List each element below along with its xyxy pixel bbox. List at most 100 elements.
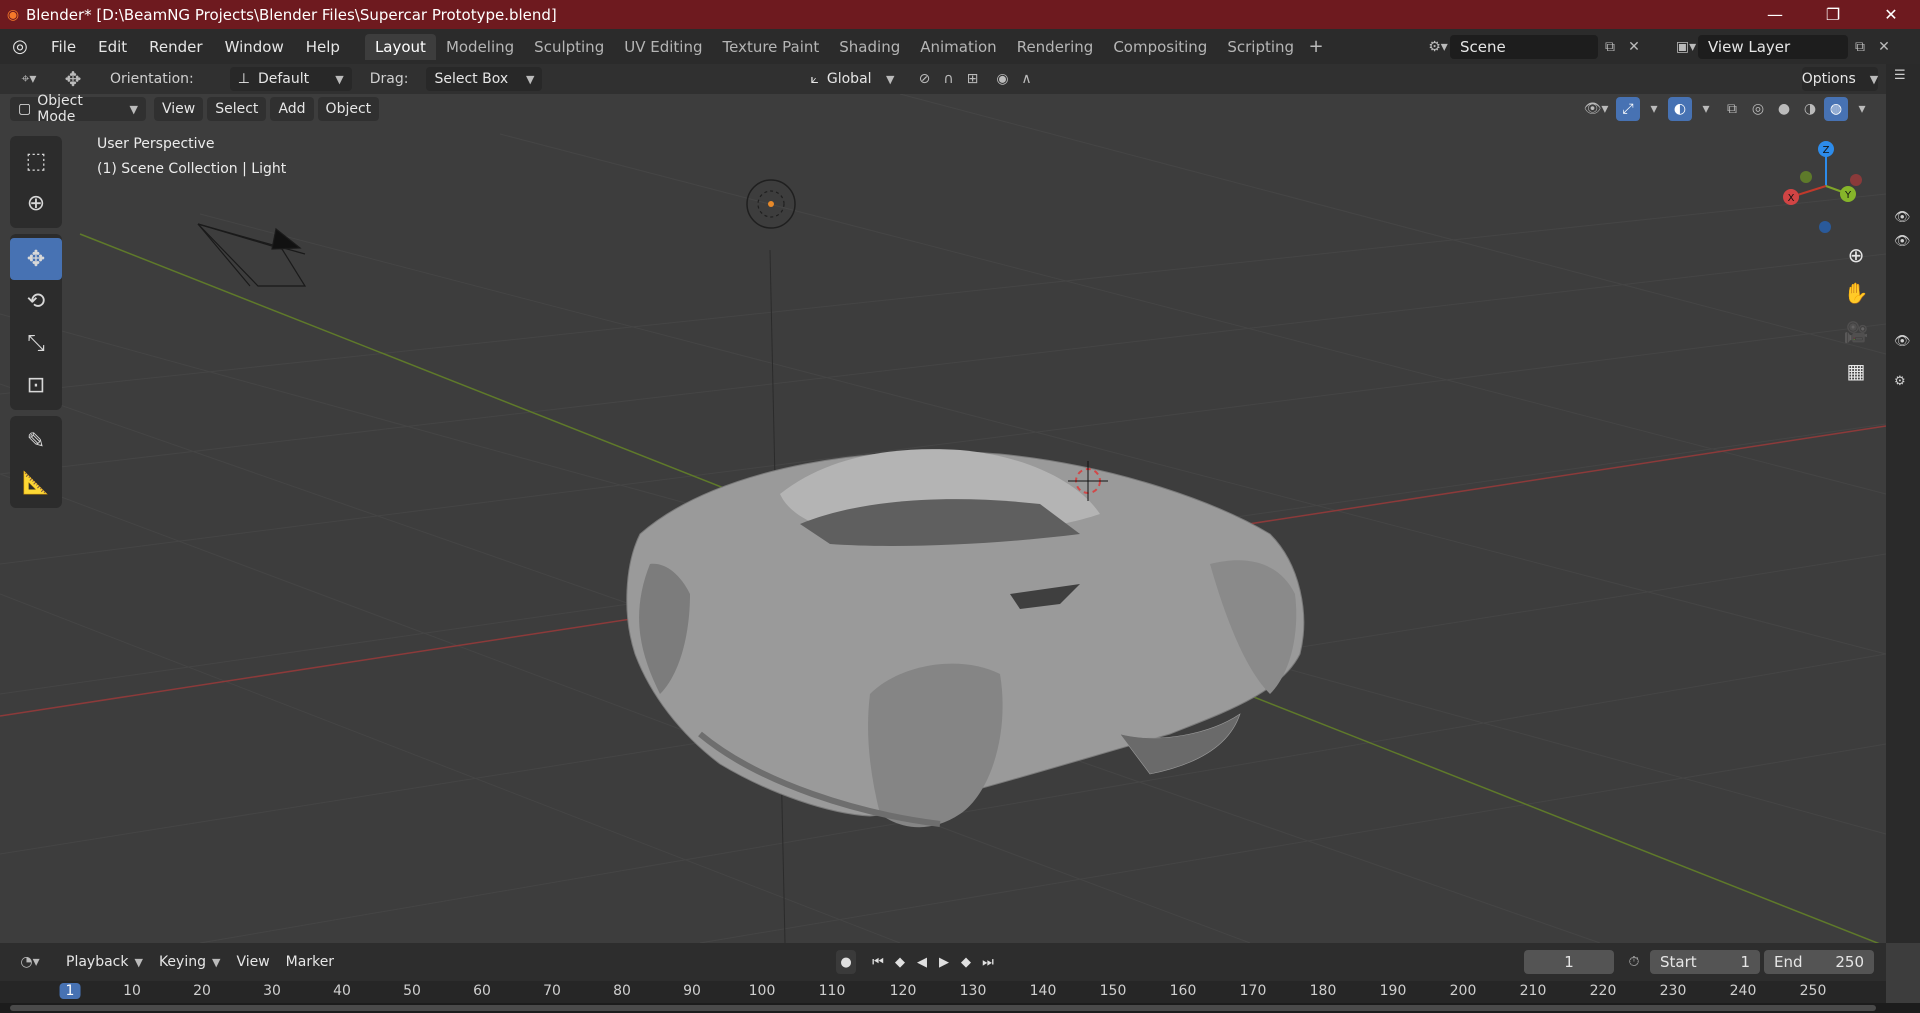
rendered-shading-icon[interactable]: ◍: [1824, 97, 1848, 121]
eye-icon[interactable]: 👁: [1894, 210, 1911, 225]
navigation-gizmo[interactable]: Z X Y: [1783, 141, 1862, 233]
minimize-button[interactable]: —: [1746, 0, 1804, 29]
tab-rendering[interactable]: Rendering: [1007, 34, 1104, 60]
menu-keying[interactable]: Keying ▼: [151, 950, 229, 974]
menu-view[interactable]: View: [154, 97, 204, 121]
frame-marker[interactable]: 1: [59, 983, 81, 999]
ortho-grid-icon[interactable]: ▦: [1838, 353, 1874, 389]
new-view-layer-icon[interactable]: ⧉: [1848, 35, 1872, 59]
move-tool-icon[interactable]: ✥: [10, 238, 62, 280]
start-frame-field[interactable]: Start 1: [1650, 950, 1760, 974]
menu-add[interactable]: Add: [270, 97, 314, 121]
scene-browse-icon[interactable]: ⚙▾: [1426, 35, 1450, 59]
camera-object[interactable]: [197, 223, 307, 287]
timeline-header: ◔▾ Playback ▼ Keying ▼ View Marker ● ⏮ ◆ ◀…: [0, 943, 1886, 981]
outliner-panel-edge[interactable]: ☰ 👁 👁 👁 ⚙: [1886, 64, 1920, 943]
editor-type-icon[interactable]: ⌖▾: [12, 67, 46, 91]
menu-file[interactable]: File: [40, 34, 87, 60]
menu-edit[interactable]: Edit: [87, 34, 138, 60]
solid-shading-icon[interactable]: ●: [1772, 97, 1796, 121]
car-model[interactable]: [626, 449, 1305, 828]
select-box-tool-icon[interactable]: ⬚: [10, 140, 62, 182]
timeline-scrollbar[interactable]: [0, 1003, 1920, 1013]
camera-view-icon[interactable]: 🎥: [1838, 314, 1874, 350]
add-workspace-icon[interactable]: +: [1304, 36, 1328, 57]
material-shading-icon[interactable]: ◑: [1798, 97, 1822, 121]
menu-help[interactable]: Help: [295, 34, 351, 60]
menu-render[interactable]: Render: [138, 34, 213, 60]
annotate-tool-icon[interactable]: ✎: [10, 420, 62, 462]
tab-shading[interactable]: Shading: [829, 34, 910, 60]
tab-texture-paint[interactable]: Texture Paint: [712, 34, 829, 60]
blender-menu-icon[interactable]: ◎: [0, 29, 40, 64]
proportional-edit-icon[interactable]: ◉: [990, 67, 1014, 91]
options-dropdown[interactable]: Options ▼: [1802, 67, 1878, 91]
prev-keyframe-icon[interactable]: ◆: [890, 950, 910, 974]
tab-scripting[interactable]: Scripting: [1217, 34, 1304, 60]
ruler-tick: 190: [1379, 983, 1407, 999]
gizmo-toggle-icon[interactable]: ⤢: [1616, 97, 1640, 121]
xray-toggle-icon[interactable]: ⧉: [1720, 97, 1744, 121]
scene-name-field[interactable]: Scene: [1450, 35, 1598, 59]
tab-modeling[interactable]: Modeling: [436, 34, 524, 60]
overlay-menu-icon[interactable]: ▾: [1694, 97, 1718, 121]
ruler-tick: 230: [1659, 983, 1687, 999]
scale-tool-icon[interactable]: ⤡: [10, 322, 62, 364]
3d-viewport[interactable]: Z X Y: [0, 94, 1886, 943]
view-layer-name-field[interactable]: View Layer: [1698, 35, 1848, 59]
light-object[interactable]: [746, 179, 796, 229]
pivot-point-icon[interactable]: ⊘: [912, 67, 936, 91]
stopwatch-icon[interactable]: ⏱: [1622, 950, 1646, 974]
record-icon[interactable]: ●: [836, 950, 856, 974]
timeline-editor-icon[interactable]: ◔▾: [12, 950, 48, 974]
end-value: 250: [1835, 953, 1864, 971]
next-keyframe-icon[interactable]: ◆: [956, 950, 976, 974]
menu-window[interactable]: Window: [214, 34, 295, 60]
menu-select[interactable]: Select: [207, 97, 267, 121]
menu-marker[interactable]: Marker: [278, 950, 342, 974]
close-button[interactable]: ✕: [1862, 0, 1920, 29]
wireframe-shading-icon[interactable]: ◎: [1746, 97, 1770, 121]
eye-icon[interactable]: 👁: [1894, 334, 1911, 349]
menu-timeline-view[interactable]: View: [228, 950, 277, 974]
end-frame-field[interactable]: End 250: [1764, 950, 1874, 974]
mode-dropdown[interactable]: ▢ Object Mode ▼: [10, 93, 146, 125]
ruler-tick: 110: [818, 983, 846, 999]
measure-tool-icon[interactable]: 📐: [10, 462, 62, 504]
tab-animation[interactable]: Animation: [910, 34, 1006, 60]
scrollbar-thumb[interactable]: [10, 1005, 1876, 1011]
transform-orientation-dropdown[interactable]: ⟀ Global ▼: [802, 67, 902, 91]
falloff-icon[interactable]: ∧: [1014, 67, 1038, 91]
gizmo-menu-icon[interactable]: ▾: [1642, 97, 1666, 121]
snap-target-icon[interactable]: ⊞: [960, 67, 984, 91]
visibility-icon[interactable]: 👁▾: [1578, 97, 1614, 121]
pan-hand-icon[interactable]: ✋: [1838, 275, 1874, 311]
tab-uv-editing[interactable]: UV Editing: [614, 34, 712, 60]
play-icon[interactable]: ▶: [934, 950, 954, 974]
overlay-toggle-icon[interactable]: ◐: [1668, 97, 1692, 121]
timeline-ruler[interactable]: 1 10 20 30 40 50 60 70 80 90 100 110 120…: [0, 981, 1886, 1003]
drag-dropdown[interactable]: Select Box ▼: [426, 67, 543, 91]
tab-compositing[interactable]: Compositing: [1103, 34, 1217, 60]
tab-layout[interactable]: Layout: [364, 33, 436, 60]
transform-tool-icon[interactable]: ⊡: [10, 364, 62, 406]
zoom-icon[interactable]: ⊕: [1838, 237, 1874, 273]
current-frame-field[interactable]: 1: [1524, 950, 1614, 974]
play-reverse-icon[interactable]: ◀: [912, 950, 932, 974]
new-scene-icon[interactable]: ⧉: [1598, 35, 1622, 59]
eye-icon[interactable]: 👁: [1894, 234, 1911, 249]
menu-object[interactable]: Object: [317, 97, 380, 121]
delete-scene-icon[interactable]: ✕: [1622, 35, 1646, 59]
view-layer-browse-icon[interactable]: ▣▾: [1674, 35, 1698, 59]
menu-playback[interactable]: Playback ▼: [58, 950, 151, 974]
jump-end-icon[interactable]: ⏭: [978, 950, 998, 974]
orientation-dropdown[interactable]: ⊥ Default ▼: [229, 67, 352, 91]
delete-view-layer-icon[interactable]: ✕: [1872, 35, 1896, 59]
snap-toggle-icon[interactable]: ∩: [936, 67, 960, 91]
jump-start-icon[interactable]: ⏮: [868, 950, 888, 974]
tab-sculpting[interactable]: Sculpting: [524, 34, 614, 60]
shading-menu-icon[interactable]: ▾: [1850, 97, 1874, 121]
maximize-button[interactable]: ❐: [1804, 0, 1862, 29]
rotate-tool-icon[interactable]: ⟲: [10, 280, 62, 322]
cursor-tool-icon[interactable]: ⊕: [10, 182, 62, 224]
